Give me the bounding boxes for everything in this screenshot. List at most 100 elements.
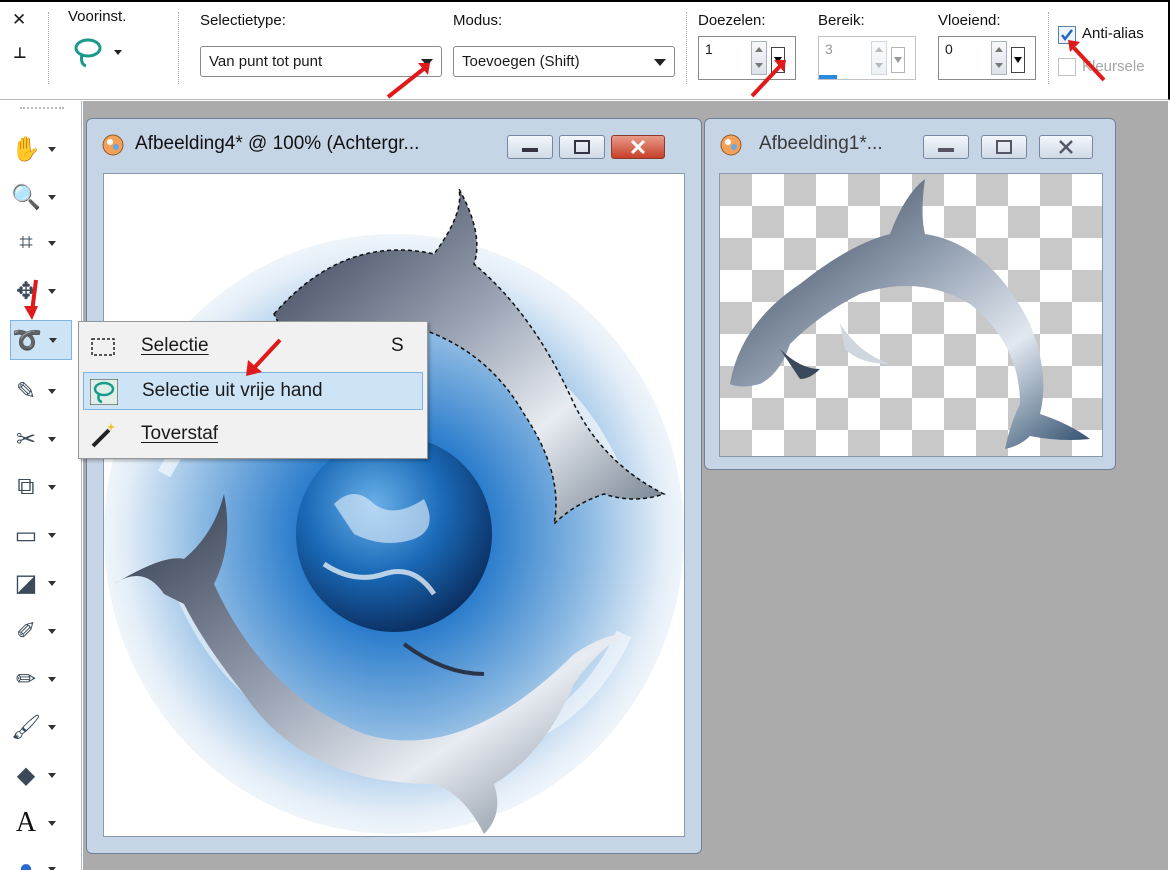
minimize-button[interactable] [923,135,969,159]
feather-spinbox[interactable]: 1 [698,36,796,80]
tool-button[interactable]: ⌗ [10,223,70,263]
chevron-down-icon[interactable] [48,580,56,586]
presets-button[interactable] [72,36,132,72]
scratch-remover-icon: ▭ [14,521,38,549]
chevron-down-icon[interactable] [48,724,56,730]
chevron-down-icon[interactable] [48,628,56,634]
zoom-icon: 🔍 [11,183,41,211]
toolbar-grip[interactable] [20,107,64,109]
menu-item-selection[interactable]: Selectie S [83,328,423,366]
range-label: Bereik: [818,12,865,29]
chevron-down-icon[interactable] [48,772,56,778]
divider [178,12,180,84]
mode-value: Toevoegen (Shift) [462,53,580,70]
magic-wand-icon [91,423,115,448]
tool-button[interactable]: ● [10,849,70,870]
divider [48,12,50,84]
pin-icon[interactable]: ⊥ [13,44,27,62]
pan-icon: ✋ [11,135,41,163]
chevron-down-icon[interactable] [49,337,57,343]
menu-item-freehand-selection[interactable]: Selectie uit vrije hand [83,372,423,410]
window-title: Afbeelding4* @ 100% (Achtergr... [135,133,420,154]
range-spin-buttons[interactable] [871,41,887,75]
selection-type-dropdown[interactable]: Van punt tot punt [200,46,442,77]
feather-dropdown-button[interactable] [771,47,785,73]
chevron-down-icon[interactable] [48,388,56,394]
clone-icon: ⧉ [17,473,35,500]
range-progress-indicator [819,75,837,79]
tools-toolbar: ✋ 🔍 ⌗ ✥ ➰ ✎ ✂ ⧉ ▭ ◪ ✐ ✏ 🖌 ◆ A ● [0,101,82,870]
color-select-checkbox[interactable] [1058,58,1076,76]
divider [686,12,688,84]
tool-button[interactable]: ◆ [10,755,70,795]
chevron-down-icon[interactable] [48,436,56,442]
close-icon [630,139,646,155]
lasso-icon [90,379,118,405]
tool-button[interactable]: ✥ [10,271,70,311]
dolphin-cutout-image [720,174,1102,456]
image-canvas[interactable] [103,173,685,837]
rectangle-selection-icon [91,338,115,356]
menu-item-magic-wand[interactable]: Toverstaf [83,416,423,454]
range-spinbox[interactable]: 3 [818,36,916,80]
shape-icon: ● [18,855,34,870]
antialias-checkbox[interactable] [1058,26,1076,44]
close-palette-icon[interactable]: ✕ [12,10,26,30]
tool-button[interactable]: 🖌 [10,707,70,747]
menu-item-label: Selectie uit vrije hand [142,380,323,401]
chevron-down-icon[interactable] [48,146,56,152]
smoothing-spinbox[interactable]: 0 [938,36,1036,80]
chevron-down-icon[interactable] [48,532,56,538]
smoothing-spin-buttons[interactable] [991,41,1007,75]
selection-tools-flyout-menu: Selectie S Selectie uit vrije hand Tover… [78,321,428,459]
window-titlebar[interactable]: Afbeelding4* @ 100% (Achtergr... [87,119,701,167]
tool-button[interactable]: ✋ [10,129,70,169]
smoothing-dropdown-button[interactable] [1011,47,1025,73]
retouch-icon: ✂ [15,425,37,453]
mode-dropdown[interactable]: Toevoegen (Shift) [453,46,675,77]
tool-button[interactable]: 🔍 [10,177,70,217]
window-titlebar[interactable]: Afbeelding1*... [705,119,1115,167]
eraser-icon: ✐ [15,617,37,645]
fill-icon: ◆ [16,761,36,789]
range-dropdown-button[interactable] [891,47,905,73]
chevron-down-icon[interactable] [48,676,56,682]
tool-button[interactable]: A [10,803,70,843]
minimize-button[interactable] [507,135,553,159]
tool-button[interactable]: ✂ [10,419,70,459]
checkmark-icon [1061,29,1073,41]
close-button[interactable] [611,135,665,159]
close-button[interactable] [1039,135,1093,159]
chevron-down-icon[interactable] [48,288,56,294]
tool-button[interactable]: ✏ [10,659,70,699]
chevron-down-icon[interactable] [48,820,56,826]
feather-spin-buttons[interactable] [751,41,767,75]
tool-button[interactable]: ▭ [10,515,70,555]
chevron-down-icon[interactable] [48,484,56,490]
minimize-icon [938,148,954,152]
tool-button[interactable]: ➰ [10,320,72,360]
chevron-down-icon[interactable] [48,240,56,246]
image-window-afbeelding4[interactable]: Afbeelding4* @ 100% (Achtergr... [86,118,702,854]
chevron-down-icon[interactable] [48,194,56,200]
tool-button[interactable]: ⧉ [10,467,70,507]
close-icon [1059,140,1073,154]
range-value: 3 [825,41,833,57]
maximize-button[interactable] [981,135,1027,159]
tool-button[interactable]: ✐ [10,611,70,651]
chevron-down-icon[interactable] [48,866,56,870]
minimize-icon [522,148,538,152]
tool-button[interactable]: ✎ [10,371,70,411]
chevron-down-icon [421,59,433,66]
maximize-button[interactable] [559,135,605,159]
move-icon: ✥ [15,277,37,305]
tool-button[interactable]: ◪ [10,563,70,603]
smoothing-label: Vloeiend: [938,12,1001,29]
feather-label: Doezelen: [698,12,766,29]
image-canvas-transparent[interactable] [719,173,1103,457]
lasso-preset-icon [74,38,122,68]
menu-item-label: Selectie [141,335,209,356]
image-window-afbeelding1[interactable]: Afbeelding1*... [704,118,1116,470]
dolphin-earth-image [104,174,684,836]
presets-label: Voorinst. [68,8,127,25]
